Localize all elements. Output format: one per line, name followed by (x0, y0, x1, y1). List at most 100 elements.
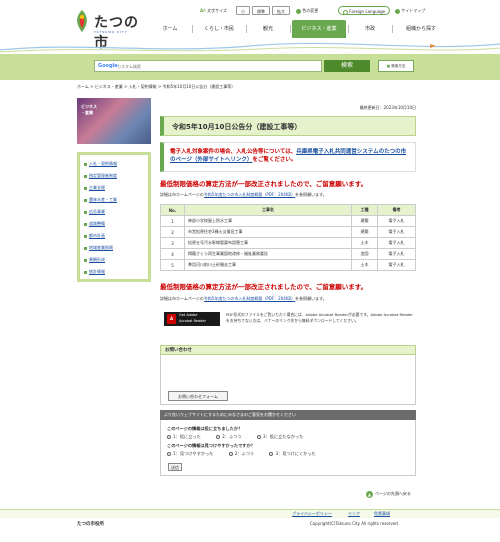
gnav-life[interactable]: くらし・市民 (194, 20, 244, 38)
cell-type: 造園 (351, 248, 378, 260)
sidebar-item-agriculture[interactable]: 農林水産・工業 (84, 194, 144, 206)
search-button[interactable]: 検索 (324, 60, 370, 72)
font-large-button[interactable]: 拡大 (272, 6, 290, 15)
radio-icon[interactable] (167, 435, 171, 439)
column-header-project: 工事名 (184, 204, 352, 216)
bullet-icon (84, 210, 87, 214)
foreign-language-button[interactable]: Foreign Language (338, 6, 391, 15)
footer-links: プライバシーポリシー リンク 免責事項 (0, 509, 500, 518)
palette-icon (296, 8, 301, 14)
sidebar-item-business-support[interactable]: 企業支援 (84, 182, 144, 194)
sidebar-item-urban-planning[interactable]: 都市計画 (84, 230, 144, 242)
get-acrobat-banner[interactable]: A Get Adobe Acrobat Reader (164, 312, 220, 326)
page-title: 令和5年10月10日公告分（建設工事等） (172, 123, 302, 131)
column-header-remarks: 備考 (377, 204, 416, 216)
cell-remarks: 電子入札 (377, 248, 416, 260)
breadcrumb[interactable]: ホーム > ビジネス・産業 > 入札・契約情報 > 令和5年10月10日公告分（… (77, 84, 437, 90)
footer-city-name: たつの市役所 (77, 522, 104, 527)
survey-q2-option-1[interactable]: 1：見つけやすかった (167, 451, 213, 456)
global-nav: ホーム くらし・市民 観光 ビジネス・産業 市政 組織から探す (150, 20, 450, 38)
bullet-icon (84, 234, 87, 238)
bullet-icon (84, 270, 87, 274)
radio-icon[interactable] (269, 452, 274, 456)
survey-q2-option-2[interactable]: 2：ふつう (228, 451, 254, 456)
column-header-no: No. (160, 204, 185, 216)
sidebar-item-landscape[interactable]: 景観形成 (84, 254, 144, 266)
construction-table: No. 工事名 工種 備考 1 神部小学校屋上防水工事 建築 電子入札 2 市営… (160, 204, 416, 271)
sidebar-item-roads[interactable]: 道路整備 (84, 218, 144, 230)
minimum-price-warning-repeat: 最低制限価格の算定方法が一部改正されましたので、ご留意願います。 (160, 283, 368, 291)
detail-note-repeat: 詳細は市ホームページの令和5年度たつの市入札制度概要（PDF：204KB）を参照… (160, 296, 327, 301)
radio-icon[interactable] (216, 435, 221, 439)
cell-project: 松原五号汚水幹線管渠布設替工事 (184, 237, 352, 249)
cell-no: 1 (160, 215, 185, 227)
gnav-divider (392, 25, 393, 33)
gnav-tourism[interactable]: 観光 (248, 20, 288, 38)
cell-remarks: 電子入札 (377, 237, 416, 249)
cell-type: 建築 (351, 226, 378, 238)
survey-options-1: 1：役に立った 2：ふつう 3：役に立たなかった (167, 434, 317, 440)
cell-no: 5 (160, 259, 185, 271)
search-box: Google (94, 60, 322, 72)
radio-icon[interactable] (256, 435, 261, 439)
bullet-icon (84, 258, 87, 262)
cell-type: 建築 (351, 215, 378, 227)
cell-project: 神部小学校屋上防水工事 (184, 215, 352, 227)
font-standard-button[interactable]: 標準 (252, 6, 270, 15)
disclaimer-link[interactable]: 免責事項 (374, 510, 390, 518)
gnav-org[interactable]: 組織から探す (394, 20, 448, 38)
cell-remarks: 電子入札 (377, 259, 416, 271)
minimum-price-warning: 最低制限価格の算定方法が一部改正されましたので、ご留意願います。 (160, 180, 368, 188)
cell-project: 市営松原住宅3棟火災復旧工事 (184, 226, 352, 238)
bidding-overview-pdf-link[interactable]: 令和5年度たつの市入札制度概要（PDF：204KB） (204, 296, 295, 301)
privacy-policy-link[interactable]: プライバシーポリシー (292, 510, 332, 518)
cell-project: 揖龍さくら再生事業園地改修・福祉業務委託 (184, 248, 352, 260)
cell-no: 2 (160, 226, 185, 238)
survey-form: このページの情報は役に立ちましたか？ 1：役に立った 2：ふつう 3：役に立たな… (160, 420, 416, 476)
links-link[interactable]: リンク (348, 510, 360, 518)
survey-q2-option-3[interactable]: 3：見つけにくかった (269, 451, 316, 456)
gnav-divider (192, 25, 193, 33)
city-logo[interactable]: たつの市 TATSUNO CITY (72, 8, 152, 51)
color-change-button[interactable]: 色の変更 (296, 6, 318, 15)
city-emblem-icon (77, 10, 87, 32)
contact-heading: お問い合わせ (160, 345, 416, 355)
sidebar-menu: 入札・契約情報 指定管理者制度 企業支援 農林水産・工業 広告事業 道路整備 都… (77, 152, 151, 282)
survey-options-2: 1：見つけやすかった 2：ふつう 3：見つけにくかった (167, 451, 330, 457)
gnav-business[interactable]: ビジネス・産業 (292, 20, 346, 38)
table-row: 4 揖龍さくら再生事業園地改修・福祉業務委託 造園 電子入札 (160, 248, 416, 260)
bullet-icon (84, 222, 87, 226)
survey-q1-option-2[interactable]: 2：ふつう (216, 434, 242, 439)
text-size-label: AA 文字サイズ (200, 8, 228, 13)
table-row: 2 市営松原住宅3棟火災復旧工事 建築 電子入札 (160, 226, 416, 238)
bullet-icon (84, 198, 87, 202)
survey-q1-option-1[interactable]: 1：役に立った (167, 434, 201, 439)
search-input[interactable] (117, 62, 317, 71)
acrobat-banner-text: Get Adobe Acrobat Reader (179, 313, 206, 323)
gnav-home[interactable]: ホーム (150, 20, 190, 38)
font-small-button[interactable]: 小 (236, 6, 250, 15)
gnav-citygov[interactable]: 市政 (350, 20, 390, 38)
page-top-link[interactable]: ▲ ページの先頭へ戻る (366, 489, 426, 498)
survey-submit-button[interactable]: 送信 (168, 463, 182, 471)
sidebar-item-bidding[interactable]: 入札・契約情報 (84, 158, 144, 170)
bullet-icon (84, 186, 87, 190)
sidebar-item-industry[interactable]: 地域産業振興 (84, 242, 144, 254)
sidebar-item-designated-manager[interactable]: 指定管理者制度 (84, 170, 144, 182)
sidebar-item-advertising[interactable]: 広告事業 (84, 206, 144, 218)
contact-form-button[interactable]: お問い合わせフォーム (168, 391, 228, 401)
radio-icon[interactable] (228, 452, 233, 456)
survey-q1-option-3[interactable]: 3：役に立たなかった (256, 434, 303, 439)
cell-type: 土木 (351, 237, 378, 249)
sitemap-link[interactable]: サイトマップ (395, 6, 425, 15)
site-subtitle: TATSUNO CITY (94, 30, 128, 34)
search-help-link[interactable]: ■ 検索方法 (378, 60, 414, 72)
header-decoration (0, 42, 500, 53)
arrow-up-icon: ▲ (366, 490, 373, 498)
gnav-divider (348, 25, 349, 33)
sidebar-item-statistics[interactable]: 統計情報 (84, 266, 144, 278)
acrobat-icon: A (167, 314, 176, 324)
bidding-overview-pdf-link[interactable]: 令和5年度たつの市入札制度概要（PDF：204KB） (204, 192, 295, 197)
pdf-reader-text: PDF形式のファイルをご覧いただく場合には、Adobe Acrobat Read… (226, 312, 413, 323)
radio-icon[interactable] (167, 452, 171, 456)
